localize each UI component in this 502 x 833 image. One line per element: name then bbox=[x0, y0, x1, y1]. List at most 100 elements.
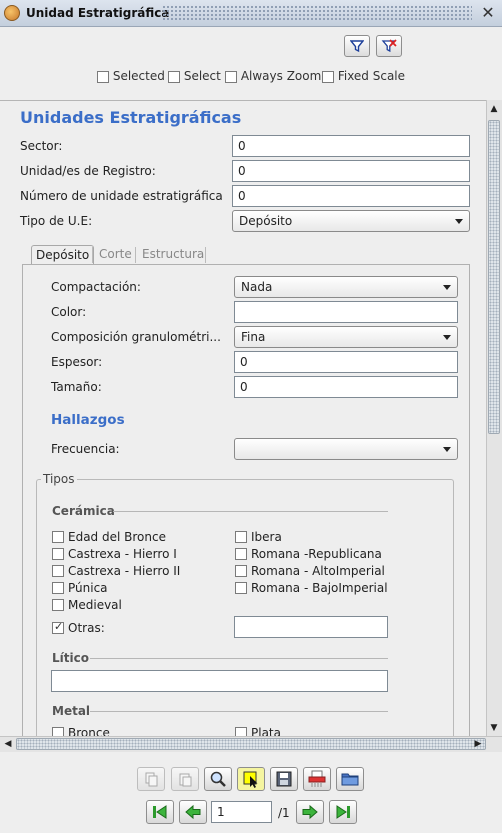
option-label: Otras: bbox=[68, 621, 105, 635]
tipo-select[interactable]: Depósito bbox=[232, 210, 470, 232]
hallazgos-heading: Hallazgos bbox=[51, 412, 125, 428]
registro-field[interactable]: 0 bbox=[232, 160, 470, 182]
checkbox-box[interactable] bbox=[52, 548, 64, 560]
chevron-down-icon bbox=[443, 285, 451, 290]
checkbox-box[interactable] bbox=[52, 599, 64, 611]
checkbox-ibera[interactable]: Ibera bbox=[235, 530, 282, 544]
title-bar-grip bbox=[162, 5, 472, 21]
shredder-icon bbox=[308, 770, 326, 787]
vertical-scroll-thumb[interactable] bbox=[488, 120, 500, 434]
checkbox-plata[interactable]: Plata bbox=[235, 726, 281, 736]
scroll-left-icon[interactable]: ◀ bbox=[0, 736, 16, 752]
tipo-select-value: Depósito bbox=[239, 214, 293, 228]
checkbox-medieval[interactable]: Medieval bbox=[52, 598, 122, 612]
form-heading: Unidades Estratigráficas bbox=[20, 108, 242, 127]
zoom-icon bbox=[210, 771, 226, 787]
checkbox-box[interactable] bbox=[322, 70, 334, 83]
registro-label: Unidad/es de Registro: bbox=[20, 164, 156, 178]
left-arrow-icon bbox=[185, 804, 201, 820]
checkbox-box[interactable] bbox=[225, 70, 237, 83]
checkbox-box[interactable] bbox=[235, 531, 247, 543]
previous-record-button[interactable] bbox=[179, 800, 207, 824]
frecuencia-label: Frecuencia: bbox=[51, 442, 120, 456]
tamano-field[interactable]: 0 bbox=[234, 376, 458, 398]
sector-field[interactable]: 0 bbox=[232, 135, 470, 157]
metal-separator bbox=[90, 711, 388, 712]
checkbox-castrexa-i[interactable]: Castrexa - Hierro I bbox=[52, 547, 177, 561]
selected-checkbox[interactable]: Selected bbox=[97, 69, 165, 83]
tab-estructura[interactable]: Estructura bbox=[138, 245, 208, 265]
checkbox-box[interactable] bbox=[235, 548, 247, 560]
tab-corte[interactable]: Corte bbox=[95, 245, 136, 265]
checkbox-romana-altoimperial[interactable]: Romana - AltoImperial bbox=[235, 564, 385, 578]
paste-icon bbox=[179, 773, 192, 787]
right-arrow-icon bbox=[302, 804, 318, 820]
select-checkbox[interactable]: Select bbox=[168, 69, 221, 83]
save-button[interactable] bbox=[270, 767, 298, 791]
fixed-scale-checkbox[interactable]: Fixed Scale bbox=[322, 69, 405, 83]
close-icon[interactable]: ✕ bbox=[479, 4, 497, 22]
checkbox-box[interactable] bbox=[235, 582, 247, 594]
copy-button[interactable] bbox=[137, 767, 165, 791]
clear-filter-button[interactable] bbox=[376, 35, 402, 57]
option-label: Romana -Republicana bbox=[251, 547, 382, 561]
tab-divider bbox=[92, 247, 93, 263]
litico-separator bbox=[90, 658, 388, 659]
checkbox-box[interactable] bbox=[52, 565, 64, 577]
copy-icon bbox=[145, 772, 158, 787]
tab-divider bbox=[135, 247, 136, 263]
checkbox-romana-republicana[interactable]: Romana -Republicana bbox=[235, 547, 382, 561]
numero-field[interactable]: 0 bbox=[232, 185, 470, 207]
checkbox-box[interactable] bbox=[168, 70, 180, 83]
next-record-button[interactable] bbox=[296, 800, 324, 824]
litico-field[interactable] bbox=[51, 670, 388, 692]
checkbox-bronce[interactable]: Bronce bbox=[52, 726, 110, 736]
checkbox-box[interactable] bbox=[52, 620, 64, 634]
last-record-button[interactable] bbox=[329, 800, 357, 824]
select-button[interactable] bbox=[237, 767, 265, 791]
compactacion-label: Compactación: bbox=[51, 280, 141, 294]
checkbox-box[interactable] bbox=[52, 727, 64, 736]
open-folder-button[interactable] bbox=[336, 767, 364, 791]
espesor-label: Espesor: bbox=[51, 355, 103, 369]
checkbox-punica[interactable]: Púnica bbox=[52, 581, 108, 595]
frecuencia-select[interactable] bbox=[234, 438, 458, 460]
tipo-label: Tipo de U.E: bbox=[20, 214, 93, 228]
sector-label: Sector: bbox=[20, 139, 63, 153]
paste-button[interactable] bbox=[171, 767, 199, 791]
chevron-down-icon bbox=[443, 447, 451, 452]
clear-filter-icon bbox=[381, 39, 397, 53]
horizontal-scroll-thumb[interactable] bbox=[16, 738, 486, 750]
checkbox-edad-bronce[interactable]: Edad del Bronce bbox=[52, 530, 166, 544]
zoom-button[interactable] bbox=[204, 767, 232, 791]
checkbox-box[interactable] bbox=[97, 70, 109, 83]
scroll-right-icon[interactable]: ▶ bbox=[470, 736, 486, 752]
tab-deposito[interactable]: Depósito bbox=[31, 245, 95, 265]
color-field[interactable] bbox=[234, 301, 458, 323]
checkbox-box[interactable] bbox=[52, 582, 64, 594]
ceramica-separator bbox=[113, 511, 388, 512]
composicion-select[interactable]: Fina bbox=[234, 326, 458, 348]
checkbox-box[interactable] bbox=[52, 531, 64, 543]
checkbox-romana-bajoimperial[interactable]: Romana - BajoImperial bbox=[235, 581, 388, 595]
page-number-input[interactable]: 1 bbox=[211, 801, 272, 823]
first-record-button[interactable] bbox=[146, 800, 174, 824]
otras-field[interactable] bbox=[234, 616, 388, 638]
checkbox-otras[interactable]: Otras: bbox=[52, 620, 105, 635]
composicion-label: Composición granulométri... bbox=[51, 330, 221, 344]
espesor-field[interactable]: 0 bbox=[234, 351, 458, 373]
title-bar: Unidad Estratigráfica ✕ bbox=[0, 0, 502, 27]
scroll-up-icon[interactable]: ▲ bbox=[486, 101, 502, 117]
folder-icon bbox=[341, 773, 359, 786]
last-arrow-icon bbox=[336, 805, 350, 819]
compactacion-select[interactable]: Nada bbox=[234, 276, 458, 298]
delete-button[interactable] bbox=[303, 767, 331, 791]
option-label: Romana - AltoImperial bbox=[251, 564, 385, 578]
checkbox-box[interactable] bbox=[235, 727, 247, 736]
filter-button[interactable] bbox=[344, 35, 370, 57]
compactacion-value: Nada bbox=[241, 280, 273, 294]
checkbox-box[interactable] bbox=[235, 565, 247, 577]
always-zoom-checkbox[interactable]: Always Zoom bbox=[225, 69, 321, 83]
checkbox-castrexa-ii[interactable]: Castrexa - Hierro II bbox=[52, 564, 180, 578]
scroll-down-icon[interactable]: ▼ bbox=[486, 720, 502, 736]
